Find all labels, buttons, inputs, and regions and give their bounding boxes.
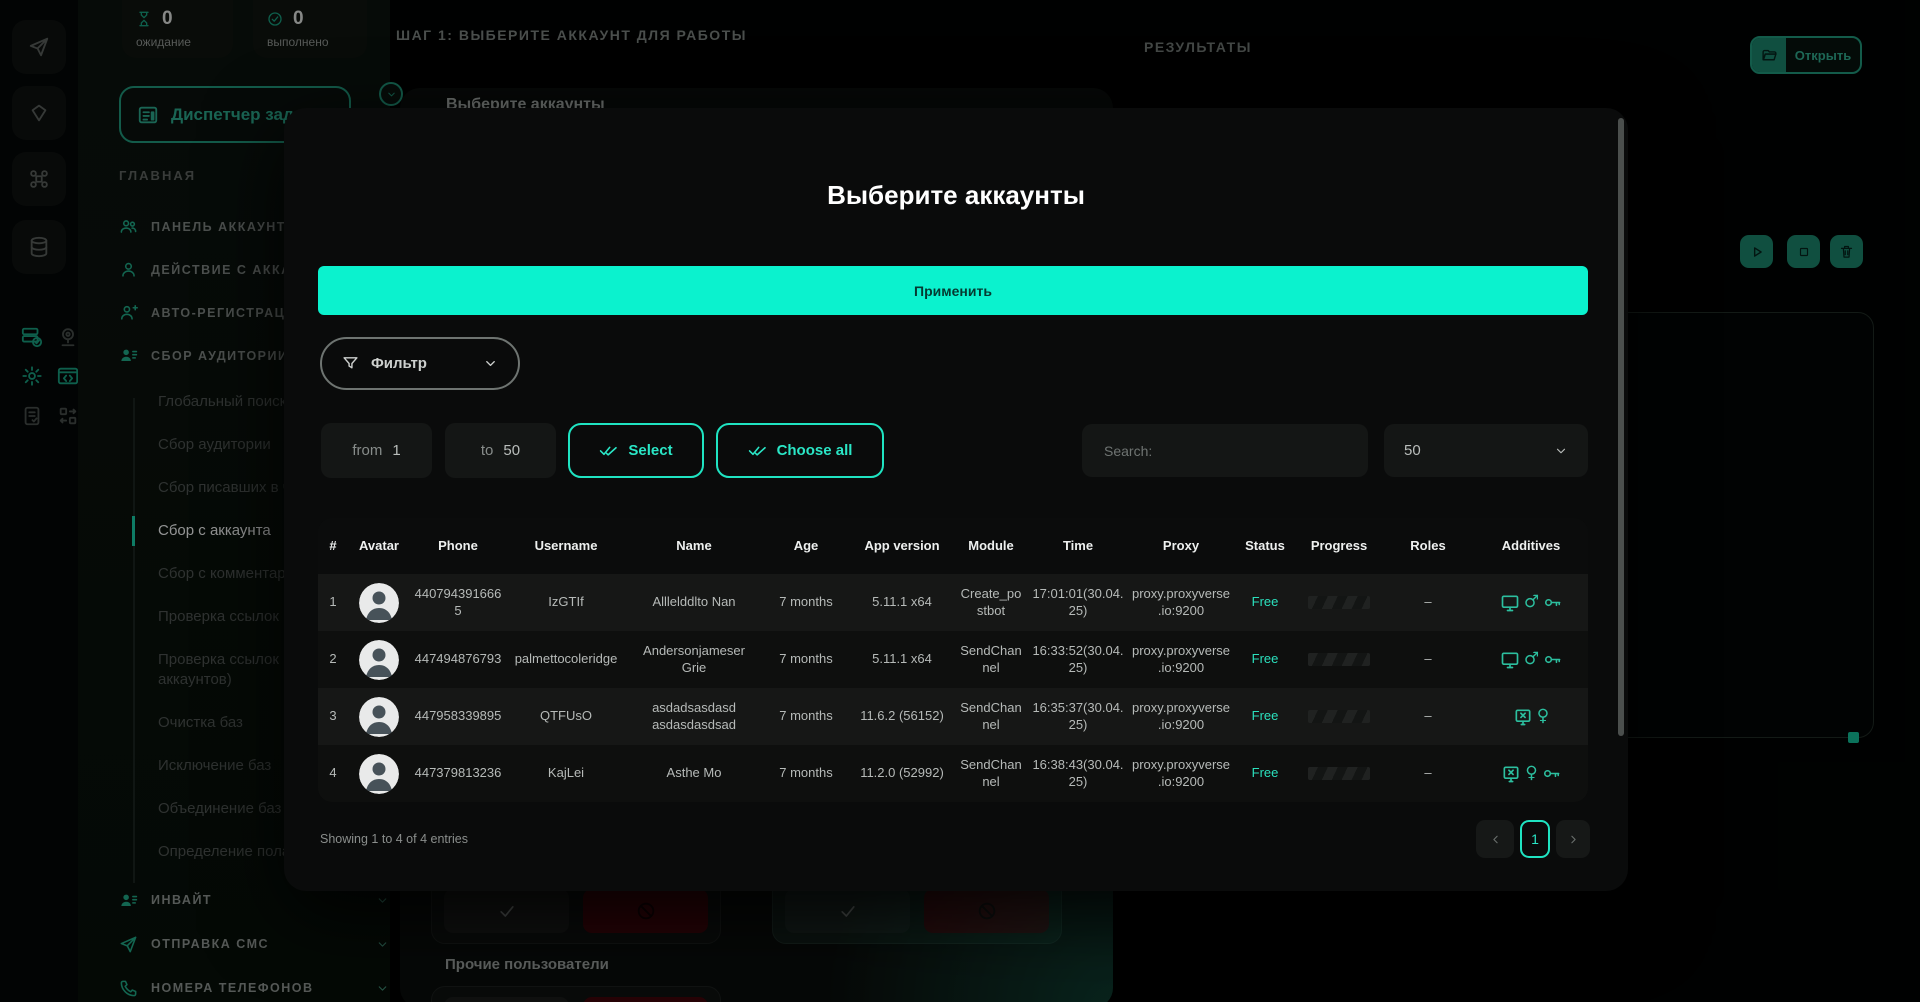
choose-all-button-label: Choose all xyxy=(777,442,853,459)
progress-bar xyxy=(1308,596,1370,609)
chevron-down-icon xyxy=(1554,444,1568,458)
avatar xyxy=(359,754,399,794)
chevron-right-icon xyxy=(1567,833,1580,846)
col-phone: Phone xyxy=(410,538,506,554)
select-accounts-modal: Выберите аккаунты Применить Фильтр from … xyxy=(284,108,1628,891)
progress-bar xyxy=(1308,653,1370,666)
desktop-x-icon xyxy=(1501,764,1521,784)
from-value: 1 xyxy=(392,442,400,459)
accounts-table: # Avatar Phone Username Name Age App ver… xyxy=(318,518,1588,802)
chevron-down-icon xyxy=(483,356,498,371)
next-page-button[interactable] xyxy=(1556,820,1590,858)
table-row[interactable]: 1 4407943916665 IzGTIf Alllelddlto Nan 7… xyxy=(318,574,1588,631)
col-app-version: App version xyxy=(850,538,954,554)
avatar xyxy=(359,583,399,623)
col-roles: Roles xyxy=(1382,538,1474,554)
col-time: Time xyxy=(1028,538,1128,554)
choose-all-button[interactable]: Choose all xyxy=(716,423,884,478)
female-icon: ♀ xyxy=(1525,765,1537,782)
key-icon xyxy=(1543,650,1562,669)
apply-button[interactable]: Применить xyxy=(318,266,1588,315)
female-icon: ♀ xyxy=(1537,708,1549,725)
avatar xyxy=(359,640,399,680)
double-check-icon xyxy=(599,441,618,460)
chevron-left-icon xyxy=(1489,833,1502,846)
filter-label: Фильтр xyxy=(371,355,427,372)
col-avatar: Avatar xyxy=(348,538,410,554)
avatar xyxy=(359,697,399,737)
col-username: Username xyxy=(506,538,626,554)
modal-title: Выберите аккаунты xyxy=(284,180,1628,211)
page-number-button[interactable]: 1 xyxy=(1520,820,1550,858)
prev-page-button[interactable] xyxy=(1476,820,1514,858)
table-row[interactable]: 4 447379813236 KajLei Asthe Mo 7 months … xyxy=(318,745,1588,802)
app-screen: 0 ожидание 0 выполнено Диспетчер задач Г… xyxy=(0,0,1920,1002)
key-icon xyxy=(1543,593,1562,612)
showing-entries-text: Showing 1 to 4 of 4 entries xyxy=(320,832,468,846)
from-input[interactable]: from 1 xyxy=(321,423,432,478)
status-badge: Free xyxy=(1234,765,1296,781)
select-button-label: Select xyxy=(628,442,672,459)
col-num: # xyxy=(318,538,348,554)
search-field-wrap xyxy=(1082,424,1368,477)
table-header-row: # Avatar Phone Username Name Age App ver… xyxy=(318,518,1588,574)
search-input[interactable] xyxy=(1082,424,1368,477)
page-size-select[interactable]: 50 xyxy=(1384,424,1588,477)
desktop-icon xyxy=(1500,650,1520,670)
col-module: Module xyxy=(954,538,1028,554)
table-row[interactable]: 3 447958339895 QTFUsO asdadsasdasd asdas… xyxy=(318,688,1588,745)
to-value: 50 xyxy=(503,442,520,459)
col-name: Name xyxy=(626,538,762,554)
male-icon: ♂ xyxy=(1524,651,1539,668)
desktop-icon xyxy=(1500,593,1520,613)
col-age: Age xyxy=(762,538,850,554)
col-additives: Additives xyxy=(1474,538,1588,554)
progress-bar xyxy=(1308,710,1370,723)
select-button[interactable]: Select xyxy=(568,423,704,478)
col-status: Status xyxy=(1234,538,1296,554)
status-badge: Free xyxy=(1234,708,1296,724)
col-progress: Progress xyxy=(1296,538,1382,554)
from-label: from xyxy=(352,442,382,459)
col-proxy: Proxy xyxy=(1128,538,1234,554)
table-row[interactable]: 2 447494876793 palmettocoleridge Anderso… xyxy=(318,631,1588,688)
status-badge: Free xyxy=(1234,651,1296,667)
page-size-value: 50 xyxy=(1404,442,1421,459)
male-icon: ♂ xyxy=(1524,594,1539,611)
to-input[interactable]: to 50 xyxy=(445,423,556,478)
filter-dropdown[interactable]: Фильтр xyxy=(320,337,520,390)
progress-bar xyxy=(1308,767,1370,780)
desktop-x-icon xyxy=(1513,707,1533,727)
double-check-icon xyxy=(748,441,767,460)
status-badge: Free xyxy=(1234,594,1296,610)
key-icon xyxy=(1542,764,1561,783)
to-label: to xyxy=(481,442,494,459)
funnel-icon xyxy=(342,355,359,372)
